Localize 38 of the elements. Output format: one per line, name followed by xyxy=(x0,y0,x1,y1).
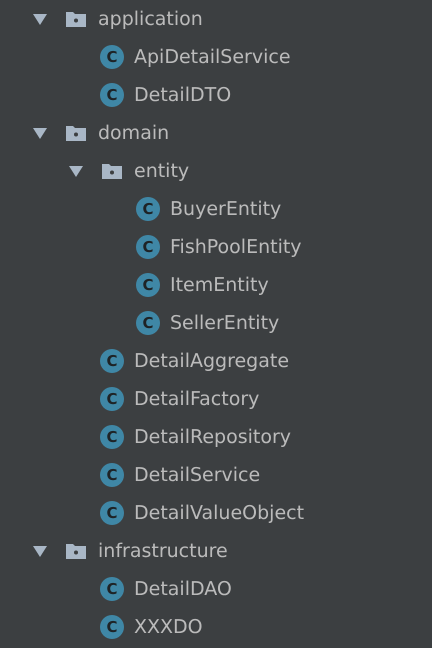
class-icon: C xyxy=(100,577,124,601)
folder-label[interactable]: entity xyxy=(134,160,190,182)
class-icon: C xyxy=(100,463,124,487)
class-label[interactable]: SellerEntity xyxy=(170,312,280,334)
class-icon: C xyxy=(100,501,124,525)
class-label[interactable]: DetailService xyxy=(134,464,260,486)
class-icon: C xyxy=(100,387,124,411)
class-icon: C xyxy=(136,273,160,297)
class-label[interactable]: ApiDetailService xyxy=(134,46,291,68)
class-label[interactable]: DetailValueObject xyxy=(134,502,304,524)
expand-arrow-icon[interactable] xyxy=(32,544,48,558)
class-icon: C xyxy=(136,197,160,221)
class-label[interactable]: DetailFactory xyxy=(134,388,260,410)
class-icon: C xyxy=(100,45,124,69)
class-label[interactable]: BuyerEntity xyxy=(170,198,282,220)
class-label[interactable]: DetailAggregate xyxy=(134,350,290,372)
folder-label[interactable]: infrastructure xyxy=(98,540,228,562)
class-icon: C xyxy=(100,425,124,449)
folder-label[interactable]: application xyxy=(98,8,203,30)
class-label[interactable]: DetailDAO xyxy=(134,578,232,600)
class-icon: C xyxy=(100,349,124,373)
folder-icon xyxy=(102,163,122,179)
class-label[interactable]: DetailRepository xyxy=(134,426,292,448)
class-icon: C xyxy=(136,235,160,259)
class-label[interactable]: ItemEntity xyxy=(170,274,269,296)
expand-arrow-icon[interactable] xyxy=(32,12,48,26)
class-icon: C xyxy=(100,83,124,107)
class-label[interactable]: DetailDTO xyxy=(134,84,232,106)
expand-arrow-icon[interactable] xyxy=(68,164,84,178)
class-label[interactable]: XXXDO xyxy=(134,616,203,638)
class-label[interactable]: FishPoolEntity xyxy=(170,236,302,258)
class-icon: C xyxy=(100,615,124,639)
folder-icon xyxy=(66,543,86,559)
folder-icon xyxy=(66,125,86,141)
class-icon: C xyxy=(136,311,160,335)
expand-arrow-icon[interactable] xyxy=(32,126,48,140)
folder-icon xyxy=(66,11,86,27)
folder-label[interactable]: domain xyxy=(98,122,170,144)
